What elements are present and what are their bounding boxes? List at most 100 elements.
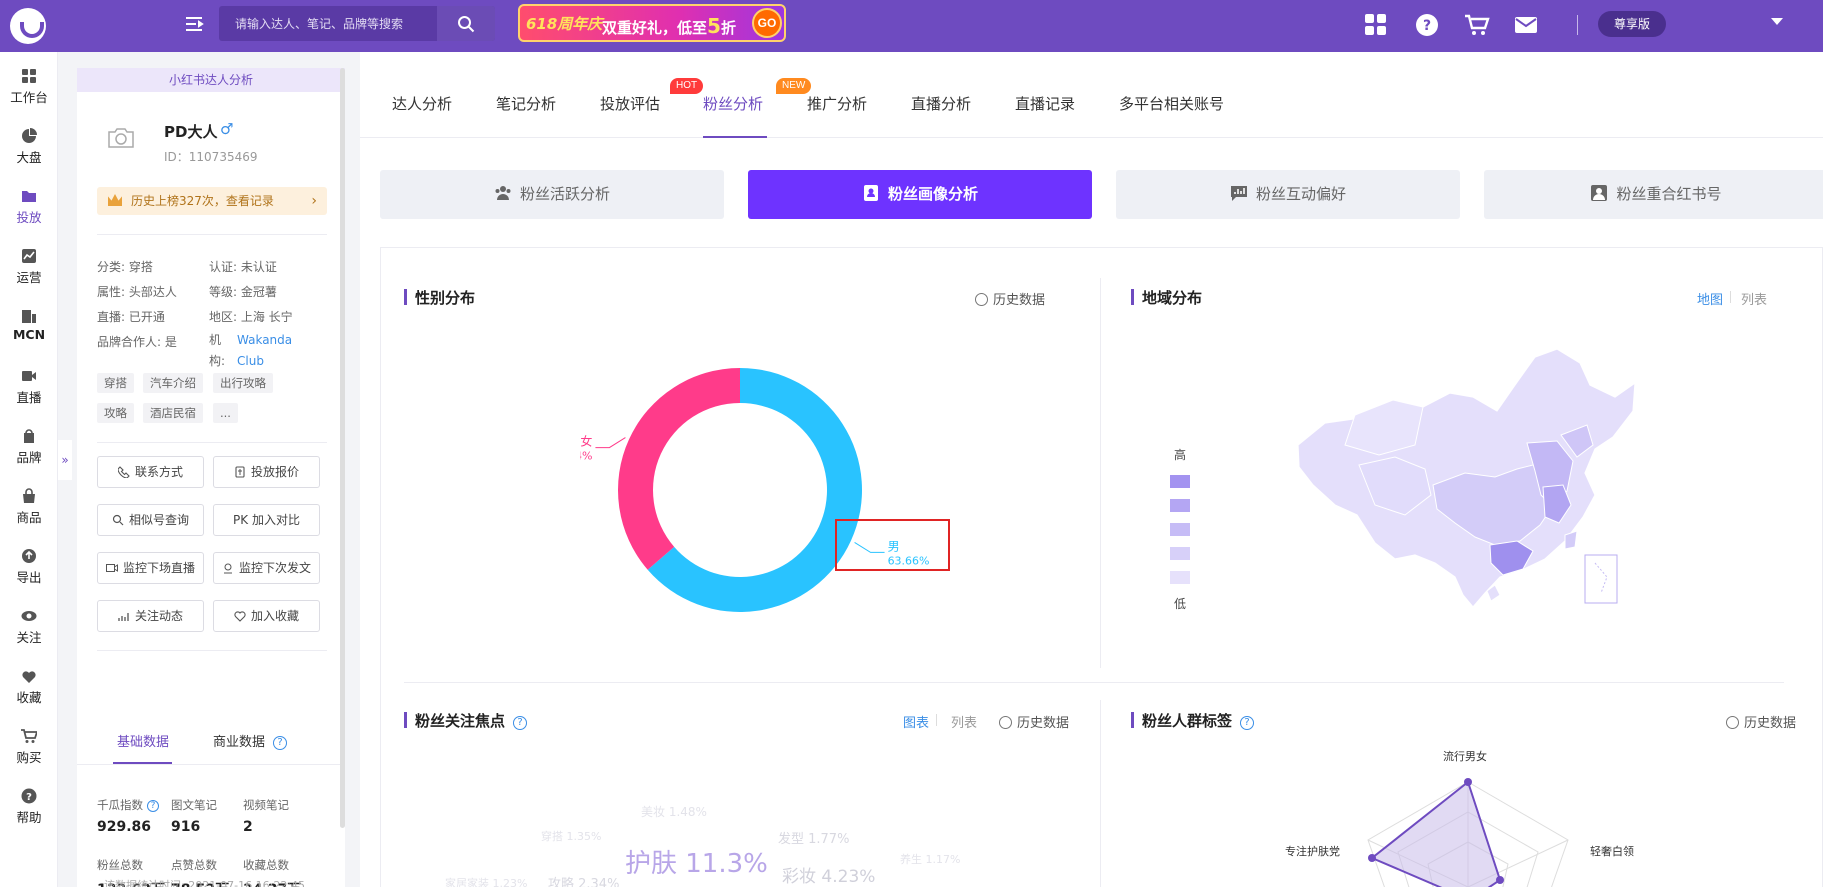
gender-history-link[interactable]: 历史数据: [975, 289, 1045, 308]
add-compare-button[interactable]: PK 加入对比: [213, 504, 320, 536]
heart-icon: [234, 611, 246, 622]
word-cloud-item: 美妆 1.48%: [641, 805, 707, 819]
influencer-profile-panel: 小红书达人分析 PD大人 ♂ ID：110735469 历史上榜327次，查看记…: [77, 68, 345, 887]
focus-history-link[interactable]: 历史数据: [999, 712, 1069, 731]
vertical-divider: [1100, 278, 1101, 668]
nav-item-mcn[interactable]: MCN: [0, 302, 58, 352]
tab-fan-analysis[interactable]: 粉丝分析: [703, 93, 763, 114]
nav-label: 大盘: [16, 150, 42, 165]
nav-item-favorite[interactable]: 收藏: [0, 662, 58, 712]
tag-more[interactable]: ...: [213, 403, 238, 423]
help-icon[interactable]: ?: [513, 716, 528, 730]
new-badge: NEW: [776, 78, 812, 94]
nav-item-dapan[interactable]: 大盘: [0, 122, 58, 172]
region-toggle-list[interactable]: 列表: [1741, 289, 1767, 308]
segment-fan-portrait[interactable]: 粉丝画像分析: [748, 170, 1092, 219]
promo-text: 双重好礼，低至5折: [602, 14, 736, 38]
gender-donut-chart: 男63.66%女36.34%: [580, 368, 930, 612]
tab-business-data[interactable]: 商业数据?: [213, 731, 288, 750]
help-icon[interactable]: ?: [1240, 716, 1255, 730]
tab-promotion-analysis[interactable]: 推广分析: [807, 93, 867, 114]
nav-item-follow[interactable]: 关注: [0, 602, 58, 652]
region-panel-title: 地域分布: [1131, 287, 1202, 308]
tab-live-analysis[interactable]: 直播分析: [911, 93, 971, 114]
promo-banner[interactable]: 618周年庆 双重好礼，低至5折 GO: [518, 4, 786, 42]
tab-delivery-evaluation[interactable]: 投放评估: [600, 93, 660, 114]
focus-toggle-chart[interactable]: 图表: [903, 712, 929, 731]
tab-multi-platform[interactable]: 多平台相关账号: [1119, 93, 1224, 114]
segment-fan-activity[interactable]: 粉丝活跃分析: [380, 170, 724, 219]
org-label: 机构:: [209, 333, 226, 368]
search-input[interactable]: [219, 6, 437, 41]
word-cloud-item: 家居家装 1.23%: [445, 877, 528, 887]
org-link[interactable]: Wakanda Club: [237, 330, 297, 372]
help-icon[interactable]: ?: [273, 736, 288, 750]
segment-fan-overlap[interactable]: 粉丝重合红书号: [1484, 170, 1823, 219]
search-button[interactable]: [437, 6, 495, 41]
donut-value-label: 36.34%: [580, 450, 592, 463]
nav-item-help[interactable]: ? 帮助: [0, 782, 58, 832]
top-divider: [1577, 15, 1578, 35]
tag[interactable]: 出行攻略: [213, 373, 273, 393]
similar-accounts-button[interactable]: 相似号查询: [97, 504, 204, 536]
radar-axis-label: 流行男女: [1443, 750, 1487, 763]
nav-label: 商品: [16, 510, 42, 525]
region-toggle-map[interactable]: 地图: [1697, 289, 1723, 308]
video-icon: [105, 564, 118, 572]
tag[interactable]: 攻略: [97, 403, 134, 423]
nav-label: 帮助: [16, 810, 42, 825]
vip-badge[interactable]: 尊享版: [1598, 11, 1666, 37]
nav-label: 运营: [16, 270, 42, 285]
tag[interactable]: 汽车介绍: [143, 373, 203, 393]
nav-item-live[interactable]: 直播: [0, 362, 58, 412]
monitor-post-button[interactable]: 监控下次发文: [213, 552, 320, 584]
toggle-divider: [1730, 291, 1731, 303]
monitor-live-button[interactable]: 监控下场直播: [97, 552, 204, 584]
sidebar-expand-icon[interactable]: »: [58, 440, 72, 480]
profile-scrollbar[interactable]: [340, 68, 345, 828]
menu-toggle-icon[interactable]: [184, 14, 204, 34]
account-dropdown-caret-icon[interactable]: [1771, 18, 1783, 25]
apps-icon[interactable]: [1364, 13, 1390, 39]
account-icon: [1591, 185, 1608, 201]
china-map: [1297, 348, 1636, 608]
nav-item-toufang[interactable]: 投放: [0, 182, 58, 232]
donut-slice-1[interactable]: [618, 368, 740, 570]
segment-fan-interaction[interactable]: 粉丝互动偏好: [1116, 170, 1460, 219]
follow-updates-button[interactable]: 关注动态: [97, 600, 204, 632]
stat-label: 点赞总数: [171, 858, 217, 872]
location-icon: [223, 563, 232, 574]
tab-live-records[interactable]: 直播记录: [1015, 93, 1075, 114]
analysis-tabs: 达人分析 笔记分析 投放评估 HOT 粉丝分析 推广分析 NEW 直播分析 直播…: [360, 52, 1823, 138]
contact-button[interactable]: 联系方式: [97, 456, 204, 488]
tags-history-link[interactable]: 历史数据: [1726, 712, 1796, 731]
add-favorite-button[interactable]: 加入收藏: [213, 600, 320, 632]
nav-item-export[interactable]: 导出: [0, 542, 58, 592]
quote-button[interactable]: 投放报价: [213, 456, 320, 488]
nav-item-yunying[interactable]: 运营: [0, 242, 58, 292]
nav-item-brand[interactable]: 品牌: [0, 422, 58, 472]
help-icon[interactable]: ?: [1415, 13, 1441, 39]
help-icon[interactable]: ?: [147, 800, 159, 812]
app-logo[interactable]: [10, 8, 46, 44]
tab-note-analysis[interactable]: 笔记分析: [496, 93, 556, 114]
tab-influencer-analysis[interactable]: 达人分析: [392, 93, 452, 114]
tag[interactable]: 酒店民宿: [143, 403, 203, 423]
tab-basic-data[interactable]: 基础数据: [117, 731, 169, 750]
mail-icon[interactable]: [1514, 13, 1540, 39]
influencer-id: ID：110735469: [164, 150, 258, 164]
highlight-box: [835, 519, 950, 571]
promo-go-button[interactable]: GO: [752, 8, 782, 38]
help-icon: ?: [21, 788, 37, 804]
nav-item-buy[interactable]: 购买: [0, 722, 58, 772]
video-icon: [22, 371, 36, 381]
tag[interactable]: 穿搭: [97, 373, 134, 393]
info-live: 直播: 已开通: [97, 310, 165, 324]
nav-item-workbench[interactable]: 工作台: [0, 62, 58, 112]
focus-toggle-list[interactable]: 列表: [951, 712, 977, 731]
stat-label: 千瓜指数?: [97, 797, 159, 813]
nav-item-goods[interactable]: 商品: [0, 482, 58, 532]
ranking-history-link[interactable]: 历史上榜327次，查看记录 ›: [97, 187, 327, 215]
cart-icon[interactable]: [1464, 13, 1490, 39]
nav-label: MCN: [12, 327, 46, 342]
